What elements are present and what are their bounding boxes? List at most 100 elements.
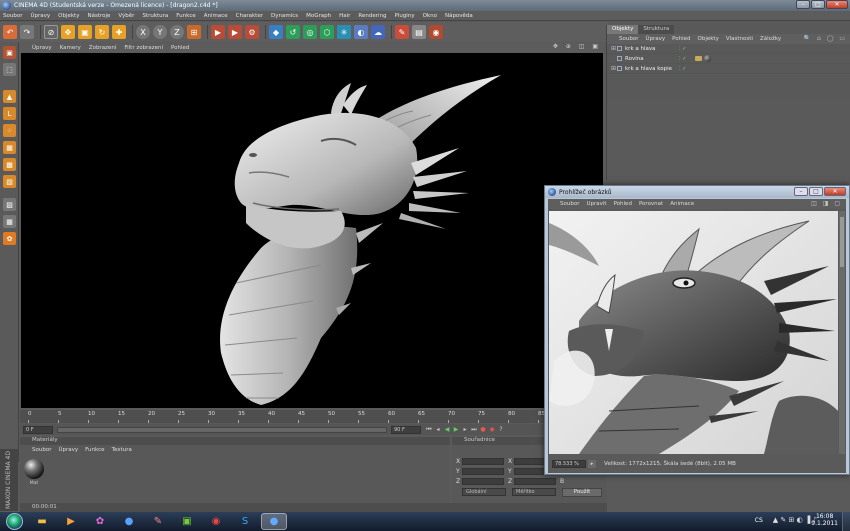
chrome-icon[interactable]: ◉ [203,513,229,530]
menu-dynamics[interactable]: Dynamics [271,13,298,19]
material-preview-ball[interactable] [24,459,44,479]
camera-icon[interactable]: ✎ [395,25,409,39]
deformer-icon[interactable]: ◐ [354,25,368,39]
first-frame-button[interactable]: ⏮ [425,426,433,434]
vertical-scrollbar[interactable] [839,211,845,454]
uv-polygons-icon[interactable]: ▨ [3,198,16,211]
mat-menu-upravy[interactable]: Úpravy [58,447,78,453]
reference-image[interactable] [549,211,838,454]
help-button[interactable]: ? [497,426,505,434]
3d-viewport[interactable] [21,53,603,408]
tab-objekty[interactable]: Objekty [607,25,639,34]
maximize-button[interactable]: □ [811,0,825,9]
om-menu-upravy[interactable]: Úpravy [645,36,665,42]
position-x-field[interactable] [462,458,504,465]
redo-icon[interactable]: ↷ [20,25,34,39]
undo-icon[interactable]: ↶ [3,25,17,39]
size-mode-select[interactable]: Měřítko [512,488,556,496]
bend-icon[interactable]: ↺ [286,25,300,39]
play-backward-button[interactable]: ◀ [443,426,451,434]
cube-icon[interactable]: ◆ [269,25,283,39]
snap-icon[interactable]: ✿ [3,232,16,245]
tab-struktura[interactable]: Struktura [638,25,675,34]
om-menu-vlastnosti[interactable]: Vlastnosti [726,36,753,42]
viewport-menu-filtr[interactable]: Filtr zobrazení [124,45,163,51]
viewport-menu-zobrazeni[interactable]: Zobrazení [89,45,117,51]
render-view-icon[interactable]: ▶ [211,25,225,39]
z-axis-icon[interactable]: Z [170,25,184,39]
viewport-nav-icons[interactable]: ✥ ⊕ ◫ ▣ [553,43,601,50]
pv-minimize-button[interactable]: – [794,187,808,196]
menu-objekty[interactable]: Objekty [58,13,79,19]
explorer-icon[interactable]: ▬ [29,513,55,530]
mat-menu-funkce[interactable]: Funkce [85,447,104,453]
timeline-ruler[interactable]: 0 5 10 15 20 25 30 35 40 45 50 55 60 65 70 75 80 85 [20,410,545,423]
next-key-button[interactable]: ▸ [461,426,469,434]
minimize-button[interactable]: – [796,0,810,9]
skype-icon[interactable]: S [232,513,258,530]
nvidia-icon[interactable]: ▣ [174,513,200,530]
viewport-menu-pohled[interactable]: Pohled [171,45,189,51]
pv-menu-upravit[interactable]: Upravit [586,201,606,207]
om-menu-objekty[interactable]: Objekty [698,36,719,42]
menu-pluginy[interactable]: Pluginy [394,13,414,19]
pv-menu-pohled[interactable]: Pohled [614,201,632,207]
model-mode-icon[interactable]: ▣ [3,46,16,59]
coordinate-system-icon[interactable]: ⊞ [187,25,201,39]
last-frame-button[interactable]: ⏭ [470,426,478,434]
add-icon[interactable]: ✚ [112,25,126,39]
menu-napoveda[interactable]: Nápověda [445,13,473,19]
language-indicator[interactable]: CS [755,517,763,524]
start-button[interactable] [6,513,23,530]
menu-charakter[interactable]: Charakter [236,13,263,19]
autokey-button[interactable]: ◉ [488,426,496,434]
om-menu-pohled[interactable]: Pohled [672,36,690,42]
points-mode-icon[interactable]: ⁘ [3,124,16,137]
material-tag-icon[interactable] [704,55,711,62]
taskbar-clock[interactable]: 16:08 9.1.2011 [811,513,838,527]
pv-maximize-button[interactable]: □ [809,187,823,196]
render-settings-icon[interactable]: ⚙ [245,25,259,39]
scene-icon[interactable]: ☁ [371,25,385,39]
play-forward-button[interactable]: ▶ [452,426,460,434]
end-frame-field[interactable]: 90 F [391,425,421,434]
record-button[interactable]: ● [479,426,487,434]
spline-icon[interactable]: ◎ [303,25,317,39]
cinema4d-active-icon[interactable]: ● [261,513,287,530]
cinema4d-icon[interactable]: ● [116,513,142,530]
uv-points-icon[interactable]: ▧ [3,175,16,188]
picture-viewer-titlebar[interactable]: Prohlížeč obrázků – □ ✕ [545,186,849,198]
array-icon[interactable]: ✳ [337,25,351,39]
menu-rendering[interactable]: Rendering [358,13,386,19]
object-mode-icon[interactable]: ⬚ [3,63,16,76]
position-z-field[interactable] [462,478,504,485]
zoom-field[interactable]: 78.533 % [552,460,586,468]
close-button[interactable]: ✕ [826,0,848,9]
menu-animace[interactable]: Animace [204,13,228,19]
media-player-icon[interactable]: ▶ [58,513,84,530]
phong-tag-icon[interactable] [695,56,702,61]
menu-okno[interactable]: Okno [423,13,437,19]
light-icon[interactable]: ▤ [412,25,426,39]
position-y-field[interactable] [462,468,504,475]
show-desktop-button[interactable] [842,512,850,531]
object-row[interactable]: Rovina ⁚ ✓ [607,54,850,64]
mat-menu-textura[interactable]: Textura [112,447,132,453]
pv-menu-soubor[interactable]: Soubor [560,201,579,207]
visibility-dots[interactable]: ⁚ ✓ [679,46,691,52]
gimp-icon[interactable]: ✎ [145,513,171,530]
move-icon[interactable]: ✥ [61,25,75,39]
om-toolbar-icons[interactable]: 🔍 ⌂ ◯ ▭ [804,35,847,42]
scale-icon[interactable]: ▣ [78,25,92,39]
pv-menu-animace[interactable]: Animace [670,201,694,207]
object-row[interactable]: ⊞ krk a hlava ⁚ ✓ [607,44,850,54]
viewport-menu-upravy[interactable]: Úpravy [32,45,52,51]
menu-upravy[interactable]: Úpravy [30,13,50,19]
pv-close-button[interactable]: ✕ [824,187,846,196]
coordinate-mode-select[interactable]: Globální [462,488,506,496]
menu-funkce[interactable]: Funkce [176,13,195,19]
polygons-mode-icon[interactable]: ▩ [3,158,16,171]
live-select-icon[interactable]: ⊘ [44,25,58,39]
menu-mograph[interactable]: MoGraph [306,13,331,19]
menu-nastroje[interactable]: Nástroje [87,13,110,19]
